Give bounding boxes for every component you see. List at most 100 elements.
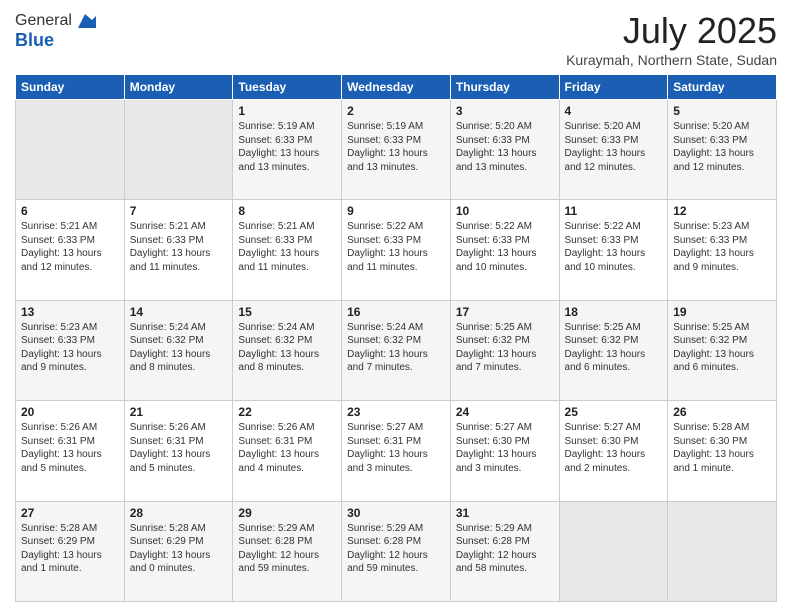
weekday-header-saturday: Saturday (668, 75, 777, 100)
day-number: 30 (347, 506, 445, 520)
logo: General Blue (15, 10, 96, 51)
day-info: Sunrise: 5:25 AM Sunset: 6:32 PM Dayligh… (456, 321, 554, 375)
logo-blue: Blue (15, 30, 96, 51)
calendar-cell: 19Sunrise: 5:25 AM Sunset: 6:32 PM Dayli… (668, 300, 777, 400)
day-info: Sunrise: 5:22 AM Sunset: 6:33 PM Dayligh… (565, 220, 663, 274)
day-info: Sunrise: 5:27 AM Sunset: 6:31 PM Dayligh… (347, 421, 445, 475)
title-block: July 2025 Kuraymah, Northern State, Suda… (566, 10, 777, 68)
day-info: Sunrise: 5:23 AM Sunset: 6:33 PM Dayligh… (673, 220, 771, 274)
day-number: 8 (238, 204, 336, 218)
day-number: 15 (238, 305, 336, 319)
day-number: 12 (673, 204, 771, 218)
calendar-week-row: 13 Sunrise: 5:23 AM Sunset: 6:33 PM Dayli… (16, 300, 777, 400)
day-number: 31 (456, 506, 554, 520)
calendar-cell: 20Sunrise: 5:26 AM Sunset: 6:31 PM Dayli… (16, 401, 125, 501)
calendar-cell: 10 Sunrise: 5:22 AM Sunset: 6:33 PM Dayli… (450, 200, 559, 300)
calendar-cell: 17 Sunrise: 5:25 AM Sunset: 6:32 PM Dayli… (450, 300, 559, 400)
calendar-cell: 28 Sunrise: 5:28 AM Sunset: 6:29 PM Dayli… (124, 501, 233, 601)
day-number: 3 (456, 104, 554, 118)
day-info: Sunrise: 5:28 AM Sunset: 6:29 PM Dayligh… (130, 522, 228, 576)
day-info: Sunrise: 5:27 AM Sunset: 6:30 PM Dayligh… (456, 421, 554, 475)
logo-general: General (15, 12, 72, 30)
day-number: 13 (21, 305, 119, 319)
calendar-cell (559, 501, 668, 601)
day-number: 25 (565, 405, 663, 419)
day-info: Sunrise: 5:24 AM Sunset: 6:32 PM Dayligh… (130, 321, 228, 375)
day-info: Sunrise: 5:29 AM Sunset: 6:28 PM Dayligh… (238, 522, 336, 576)
day-info: Sunrise: 5:20 AM Sunset: 6:33 PM Dayligh… (673, 120, 771, 174)
day-number: 27 (21, 506, 119, 520)
calendar-cell: 3 Sunrise: 5:20 AM Sunset: 6:33 PM Daylig… (450, 100, 559, 200)
calendar-cell: 21Sunrise: 5:26 AM Sunset: 6:31 PM Dayli… (124, 401, 233, 501)
day-info: Sunrise: 5:28 AM Sunset: 6:29 PM Dayligh… (21, 522, 119, 576)
day-info: Sunrise: 5:29 AM Sunset: 6:28 PM Dayligh… (347, 522, 445, 576)
day-number: 10 (456, 204, 554, 218)
calendar-cell: 14 Sunrise: 5:24 AM Sunset: 6:32 PM Dayli… (124, 300, 233, 400)
day-number: 1 (238, 104, 336, 118)
day-info: Sunrise: 5:23 AM Sunset: 6:33 PM Dayligh… (21, 321, 119, 375)
day-info: Sunrise: 5:26 AM Sunset: 6:31 PM Dayligh… (21, 421, 119, 475)
day-number: 19 (673, 305, 771, 319)
day-number: 11 (565, 204, 663, 218)
day-info: Sunrise: 5:24 AM Sunset: 6:32 PM Dayligh… (347, 321, 445, 375)
calendar-cell: 27 Sunrise: 5:28 AM Sunset: 6:29 PM Dayli… (16, 501, 125, 601)
page-title: July 2025 (566, 10, 777, 52)
calendar-cell: 8Sunrise: 5:21 AM Sunset: 6:33 PM Daylig… (233, 200, 342, 300)
day-info: Sunrise: 5:28 AM Sunset: 6:30 PM Dayligh… (673, 421, 771, 475)
day-number: 18 (565, 305, 663, 319)
calendar-week-row: 20Sunrise: 5:26 AM Sunset: 6:31 PM Dayli… (16, 401, 777, 501)
calendar-cell: 4Sunrise: 5:20 AM Sunset: 6:33 PM Daylig… (559, 100, 668, 200)
calendar-cell (668, 501, 777, 601)
day-number: 24 (456, 405, 554, 419)
calendar-cell: 15 Sunrise: 5:24 AM Sunset: 6:32 PM Dayli… (233, 300, 342, 400)
calendar-header-row: SundayMondayTuesdayWednesdayThursdayFrid… (16, 75, 777, 100)
calendar-cell: 2 Sunrise: 5:19 AM Sunset: 6:33 PM Daylig… (342, 100, 451, 200)
day-info: Sunrise: 5:22 AM Sunset: 6:33 PM Dayligh… (456, 220, 554, 274)
calendar-cell: 18 Sunrise: 5:25 AM Sunset: 6:32 PM Dayli… (559, 300, 668, 400)
calendar-cell: 31 Sunrise: 5:29 AM Sunset: 6:28 PM Dayli… (450, 501, 559, 601)
calendar-cell: 24 Sunrise: 5:27 AM Sunset: 6:30 PM Dayli… (450, 401, 559, 501)
day-info: Sunrise: 5:20 AM Sunset: 6:33 PM Dayligh… (565, 120, 663, 174)
day-number: 28 (130, 506, 228, 520)
day-info: Sunrise: 5:21 AM Sunset: 6:33 PM Dayligh… (130, 220, 228, 274)
day-number: 2 (347, 104, 445, 118)
calendar-week-row: 6 Sunrise: 5:21 AM Sunset: 6:33 PM Daylig… (16, 200, 777, 300)
day-info: Sunrise: 5:24 AM Sunset: 6:32 PM Dayligh… (238, 321, 336, 375)
day-number: 6 (21, 204, 119, 218)
weekday-header-thursday: Thursday (450, 75, 559, 100)
page: General Blue July 2025 Kuraymah, Norther… (0, 0, 792, 612)
day-number: 16 (347, 305, 445, 319)
day-number: 14 (130, 305, 228, 319)
calendar-cell: 5Sunrise: 5:20 AM Sunset: 6:33 PM Daylig… (668, 100, 777, 200)
day-info: Sunrise: 5:20 AM Sunset: 6:33 PM Dayligh… (456, 120, 554, 174)
calendar-cell (16, 100, 125, 200)
calendar-cell (124, 100, 233, 200)
calendar-cell: 1 Sunrise: 5:19 AM Sunset: 6:33 PM Daylig… (233, 100, 342, 200)
day-number: 9 (347, 204, 445, 218)
calendar-cell: 23Sunrise: 5:27 AM Sunset: 6:31 PM Dayli… (342, 401, 451, 501)
day-info: Sunrise: 5:22 AM Sunset: 6:33 PM Dayligh… (347, 220, 445, 274)
day-info: Sunrise: 5:19 AM Sunset: 6:33 PM Dayligh… (238, 120, 336, 174)
day-info: Sunrise: 5:19 AM Sunset: 6:33 PM Dayligh… (347, 120, 445, 174)
calendar-table: SundayMondayTuesdayWednesdayThursdayFrid… (15, 74, 777, 602)
day-number: 29 (238, 506, 336, 520)
day-info: Sunrise: 5:29 AM Sunset: 6:28 PM Dayligh… (456, 522, 554, 576)
weekday-header-monday: Monday (124, 75, 233, 100)
calendar-cell: 22Sunrise: 5:26 AM Sunset: 6:31 PM Dayli… (233, 401, 342, 501)
calendar-cell: 13 Sunrise: 5:23 AM Sunset: 6:33 PM Dayli… (16, 300, 125, 400)
day-info: Sunrise: 5:25 AM Sunset: 6:32 PM Dayligh… (565, 321, 663, 375)
page-subtitle: Kuraymah, Northern State, Sudan (566, 52, 777, 68)
day-number: 21 (130, 405, 228, 419)
logo-text: General Blue (15, 10, 96, 51)
calendar-cell: 25 Sunrise: 5:27 AM Sunset: 6:30 PM Dayli… (559, 401, 668, 501)
calendar-cell: 26 Sunrise: 5:28 AM Sunset: 6:30 PM Dayli… (668, 401, 777, 501)
calendar-cell: 6Sunrise: 5:21 AM Sunset: 6:33 PM Daylig… (16, 200, 125, 300)
calendar-cell: 12 Sunrise: 5:23 AM Sunset: 6:33 PM Dayli… (668, 200, 777, 300)
calendar-cell: 30 Sunrise: 5:29 AM Sunset: 6:28 PM Dayli… (342, 501, 451, 601)
day-info: Sunrise: 5:27 AM Sunset: 6:30 PM Dayligh… (565, 421, 663, 475)
day-number: 26 (673, 405, 771, 419)
header: General Blue July 2025 Kuraymah, Norther… (15, 10, 777, 68)
weekday-header-wednesday: Wednesday (342, 75, 451, 100)
day-number: 17 (456, 305, 554, 319)
calendar-week-row: 27 Sunrise: 5:28 AM Sunset: 6:29 PM Dayli… (16, 501, 777, 601)
